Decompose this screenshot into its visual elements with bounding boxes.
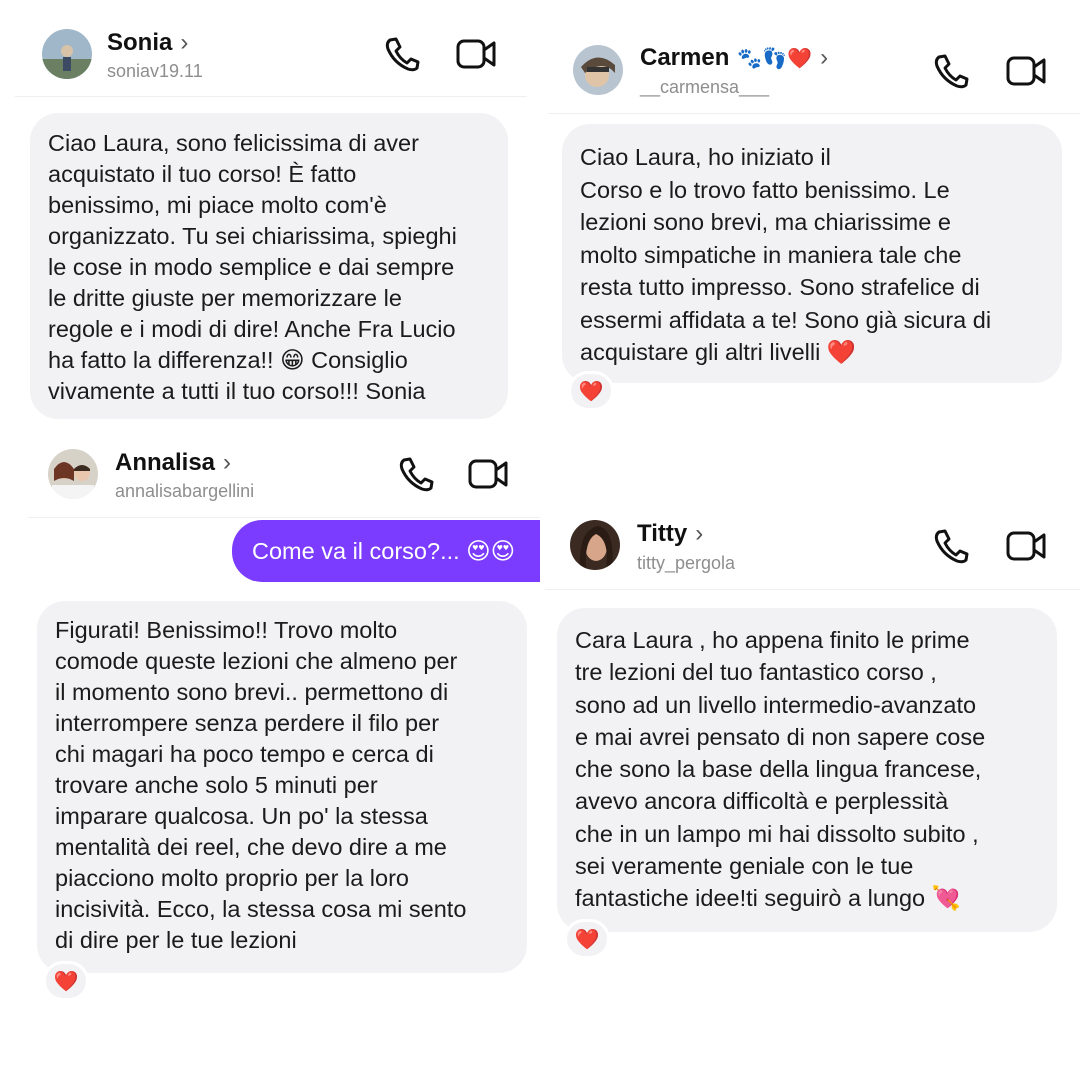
avatar[interactable] xyxy=(42,29,92,79)
message-line: che sono la base della lingua francese, xyxy=(575,756,982,783)
contact-name[interactable]: Titty › xyxy=(637,520,703,548)
message-line: benissimo, mi piace molto com'è xyxy=(48,192,387,218)
message-line: avevo ancora difficoltà e perplessità xyxy=(575,788,949,815)
message-line: di dire per le tue lezioni xyxy=(55,927,297,953)
header-divider xyxy=(15,96,527,97)
message-line: trovare anche solo 5 minuti per xyxy=(55,772,378,798)
avatar[interactable] xyxy=(573,45,623,95)
message-line: resta tutto impresso. Sono strafelice di xyxy=(580,274,980,300)
video-camera-icon xyxy=(468,459,508,489)
contact-name[interactable]: Carmen 🐾👣❤️ › xyxy=(640,44,828,72)
heart-reaction[interactable]: ❤️ xyxy=(568,371,614,411)
video-call-button[interactable] xyxy=(455,34,499,74)
message-line: incisività. Ecco, la stessa cosa mi sent… xyxy=(55,896,467,922)
phone-icon xyxy=(399,457,434,492)
heart-icon: ❤️ xyxy=(574,928,600,951)
contact-name-text: Carmen xyxy=(640,44,730,71)
message-line: regole e i modi di dire! Anche Fra Lucio xyxy=(48,316,456,342)
header-divider xyxy=(548,113,1080,114)
message-line: Figurati! Benissimo!! Trovo molto xyxy=(55,617,398,643)
message-line: Corso e lo trovo fatto benissimo. Le xyxy=(580,176,950,203)
video-call-button[interactable] xyxy=(1005,526,1049,566)
video-camera-icon xyxy=(456,39,496,69)
heart-icon: ❤️ xyxy=(53,970,79,993)
message-bubble[interactable]: Cara Laura , ho appena finito le prime t… xyxy=(557,608,1057,932)
video-camera-icon xyxy=(1006,531,1046,561)
message-line: le cose in modo semplice e dai sempre xyxy=(48,254,455,280)
avatar[interactable] xyxy=(48,449,98,499)
heart-reaction[interactable]: ❤️ xyxy=(564,919,610,959)
message-bubble[interactable]: Figurati! Benissimo!! Trovo molto comode… xyxy=(37,601,527,973)
avatar-image xyxy=(42,29,92,79)
header-divider xyxy=(28,517,540,518)
header-divider xyxy=(545,589,1080,590)
message-line: Ciao Laura, ho iniziato il xyxy=(580,144,831,170)
message-line: fantastiche idee!ti seguirò a lungo 💘 xyxy=(575,885,961,912)
phone-call-button[interactable] xyxy=(394,454,438,494)
message-line: acquistato il tuo corso! È fatto xyxy=(48,161,357,187)
message-line: Ciao Laura, sono felicissima di aver xyxy=(48,130,419,156)
contact-username: annalisabargellini xyxy=(115,481,255,501)
message-line: lezioni sono brevi, ma chiarissime e xyxy=(580,209,951,235)
contact-name[interactable]: Annalisa › xyxy=(115,449,231,477)
message-bubble[interactable]: Ciao Laura, ho iniziato il Corso e lo tr… xyxy=(562,124,1062,383)
heart-icon: ❤️ xyxy=(578,380,604,403)
message-line: sono ad un livello intermedio-avanzato xyxy=(575,691,977,718)
phone-call-button[interactable] xyxy=(929,51,973,91)
message-line: imparare qualcosa. Un po' la stessa xyxy=(55,803,428,829)
avatar-image xyxy=(570,520,620,570)
message-line: acquistare gli altri livelli ❤️ xyxy=(580,339,857,365)
message-line: che in un lampo mi hai dissolto subito , xyxy=(575,820,979,847)
contact-username: __carmensa___ xyxy=(640,77,770,97)
message-line: le dritte giuste per memorizzare le xyxy=(48,285,402,311)
chevron-right-icon: › xyxy=(223,449,232,476)
message-line: organizzato. Tu sei chiarissima, spieghi xyxy=(48,223,457,249)
message-line: ha fatto la differenza!! 😁 Consiglio xyxy=(48,347,408,373)
contact-username: soniav19.11 xyxy=(107,61,203,81)
video-call-button[interactable] xyxy=(467,454,511,494)
chevron-right-icon: › xyxy=(820,44,829,71)
phone-call-button[interactable] xyxy=(929,526,973,566)
message-line: sei veramente geniale con le tue xyxy=(575,853,914,880)
contact-name[interactable]: Sonia › xyxy=(107,29,188,57)
contact-username: titty_pergola xyxy=(637,553,736,573)
chevron-right-icon: › xyxy=(695,520,704,547)
phone-icon xyxy=(934,529,969,564)
avatar[interactable] xyxy=(570,520,620,570)
message-line: molto simpatiche in maniera tale che xyxy=(580,241,962,268)
video-camera-icon xyxy=(1006,56,1046,86)
phone-call-button[interactable] xyxy=(380,34,424,74)
avatar-image xyxy=(48,449,98,499)
contact-name-text: Titty xyxy=(637,520,688,547)
phone-icon xyxy=(934,54,969,89)
video-call-button[interactable] xyxy=(1005,51,1049,91)
message-line: essermi affidata a te! Sono già sicura d… xyxy=(580,306,992,333)
message-line: il momento sono brevi.. permettono di xyxy=(55,679,449,705)
contact-name-text: Annalisa xyxy=(115,449,216,476)
chevron-right-icon: › xyxy=(180,29,189,56)
phone-icon xyxy=(385,37,420,72)
message-line: interrompere senza perdere il filo per xyxy=(55,710,440,736)
heart-reaction[interactable]: ❤️ xyxy=(43,961,89,1001)
message-line: Cara Laura , ho appena finito le prime xyxy=(575,627,970,653)
message-line: comode queste lezioni che almeno per xyxy=(55,648,458,674)
contact-name-text: Sonia xyxy=(107,29,173,56)
message-line: tre lezioni del tuo fantastico corso , xyxy=(575,659,937,686)
message-line: chi magari ha poco tempo e cerca di xyxy=(55,741,434,767)
sent-message-text: Come va il corso?... 😍😍 xyxy=(252,538,516,564)
sent-message-bubble[interactable]: Come va il corso?... 😍😍 xyxy=(232,520,540,582)
message-line: mentalità dei reel, che devo dire a me xyxy=(55,834,447,860)
contact-name-emoji: 🐾👣❤️ xyxy=(737,47,813,70)
message-bubble[interactable]: Ciao Laura, sono felicissima di aver acq… xyxy=(30,113,508,419)
avatar-image xyxy=(573,45,623,95)
message-line: vivamente a tutti il tuo corso!!! Sonia xyxy=(48,378,426,404)
message-line: piacciono molto proprio per la loro xyxy=(55,865,409,891)
message-line: e mai avrei pensato di non sapere cose xyxy=(575,723,986,750)
